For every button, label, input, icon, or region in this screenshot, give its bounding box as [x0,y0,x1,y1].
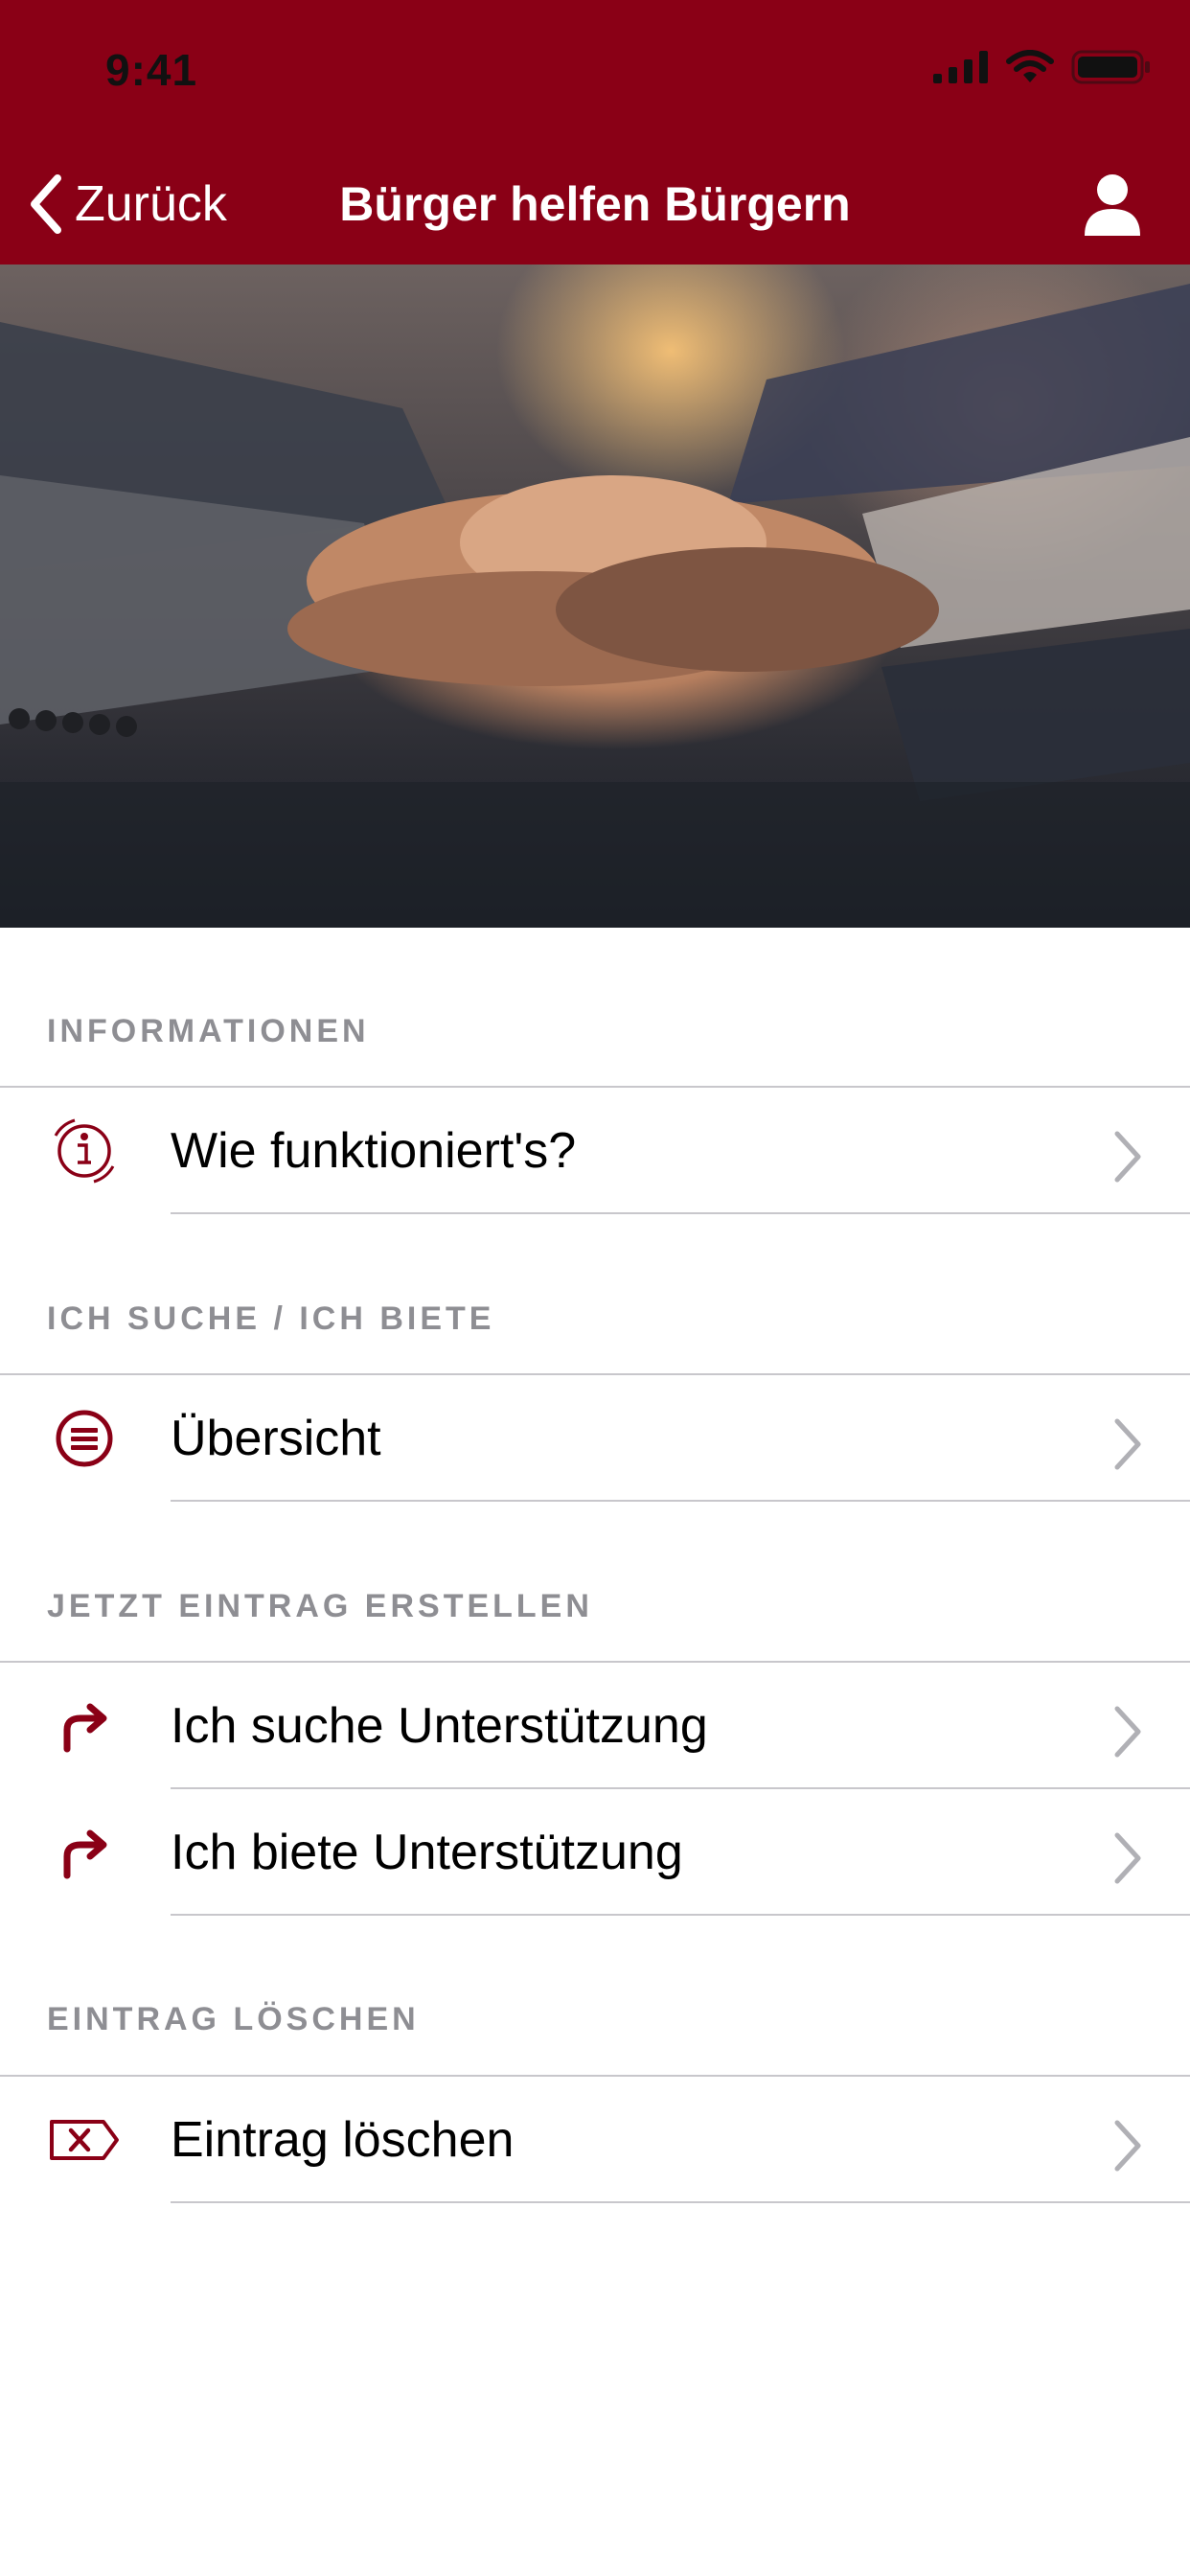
section-header-jetzt-eintrag-erstellen: JETZT EINTRAG ERSTELLEN [47,1588,593,1624]
list-item-label: Übersicht [171,1411,381,1466]
list-item-uebersicht[interactable]: Übersicht [0,1375,1190,1502]
list-item-eintrag-loeschen[interactable]: Eintrag löschen [0,2077,1190,2203]
info-icon [46,1116,123,1185]
delete-tag-icon [46,2105,123,2174]
chevron-right-icon [1114,1131,1141,1183]
wifi-icon [1006,50,1054,82]
status-icons [933,48,1152,86]
status-time: 9:41 [105,45,198,95]
back-button-label: Zurück [75,176,227,232]
signal-icon [933,51,988,83]
row-separator [171,1914,1190,1916]
forward-arrow-icon [46,1818,123,1887]
forward-arrow-icon [46,1691,123,1760]
chevron-right-icon [1114,1418,1141,1470]
row-separator [171,1212,1190,1214]
list-item-ich-suche-unterstuetzung[interactable]: Ich suche Unterstützung [0,1663,1190,1789]
chevron-right-icon [1114,2120,1141,2172]
section-header-eintrag-loeschen: EINTRAG LÖSCHEN [47,2001,420,2037]
row-separator [171,1500,1190,1502]
back-button[interactable]: Zurück [27,163,227,245]
section-header-ich-suche-ich-biete: ICH SUCHE / ICH BIETE [47,1300,495,1337]
list-item-wie-funktionierts[interactable]: Wie funktioniert's? [0,1088,1190,1214]
chevron-right-icon [1114,1832,1141,1884]
list-item-label: Ich suche Unterstützung [171,1698,708,1754]
top-bar: 9:41 Bürger helfen Bürgern Zurück [0,0,1190,264]
profile-icon[interactable] [1081,171,1144,238]
battery-icon [1071,50,1150,84]
list-item-label: Wie funktioniert's? [171,1123,577,1179]
list-item-label: Ich biete Unterstützung [171,1825,683,1880]
list-item-ich-biete-unterstuetzung[interactable]: Ich biete Unterstützung [0,1789,1190,1916]
navigation-bar: Bürger helfen Bürgern Zurück [0,163,1190,245]
list-icon [46,1404,123,1473]
row-separator [171,2201,1190,2203]
teamwork-hands-image [0,284,1190,928]
chevron-left-icon [31,174,61,234]
hero-image [0,264,1190,928]
section-header-informationen: INFORMATIONEN [47,1013,370,1049]
list-item-label: Eintrag löschen [171,2112,515,2168]
chevron-right-icon [1114,1706,1141,1758]
